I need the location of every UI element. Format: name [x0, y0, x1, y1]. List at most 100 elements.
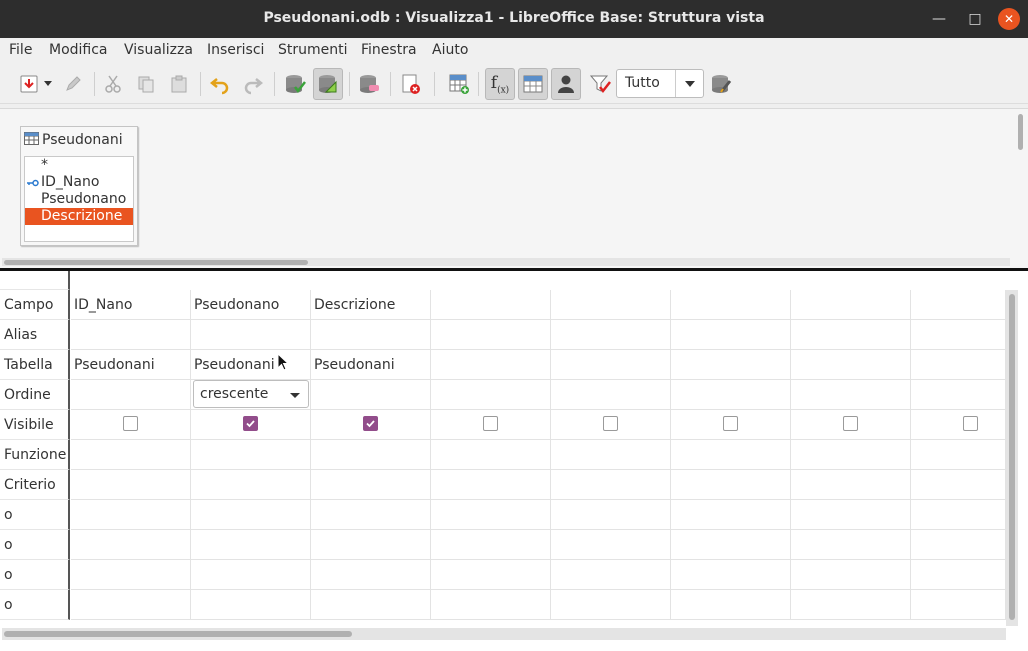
visible-checkbox[interactable] [123, 416, 138, 431]
cut-icon[interactable] [98, 68, 128, 100]
menu-modifica[interactable]: Modifica [49, 42, 108, 58]
grid-cell[interactable] [311, 470, 431, 500]
grid-cell[interactable] [551, 590, 671, 620]
grid-cell[interactable] [911, 380, 1006, 410]
grid-cell[interactable] [911, 560, 1006, 590]
grid-cell[interactable] [191, 530, 311, 560]
grid-vertical-scrollbar[interactable] [1006, 290, 1018, 626]
grid-cell[interactable] [671, 500, 791, 530]
grid-cell[interactable] [551, 500, 671, 530]
grid-cell[interactable] [551, 560, 671, 590]
scrollbar-thumb[interactable] [1009, 294, 1015, 620]
chevron-down-icon[interactable] [675, 70, 703, 97]
grid-cell[interactable] [671, 470, 791, 500]
grid-cell[interactable] [431, 500, 551, 530]
save-dropdown-icon[interactable] [40, 68, 56, 100]
grid-cell[interactable] [71, 470, 191, 500]
grid-cell[interactable] [551, 290, 671, 320]
grid-cell[interactable] [71, 590, 191, 620]
grid-cell[interactable] [791, 500, 911, 530]
minimize-button[interactable]: — [928, 8, 950, 30]
scrollbar-thumb[interactable] [4, 260, 308, 265]
clear-query-icon[interactable] [354, 68, 384, 100]
grid-cell[interactable] [191, 500, 311, 530]
menu-file[interactable]: File [9, 42, 32, 58]
visible-checkbox[interactable] [723, 416, 738, 431]
chevron-down-icon[interactable] [290, 393, 300, 398]
grid-cell[interactable] [791, 530, 911, 560]
limit-select[interactable]: Tutto [616, 69, 704, 98]
close-button[interactable]: ✕ [998, 8, 1020, 30]
field-item-pseudonano[interactable]: Pseudonano [25, 191, 133, 208]
grid-cell[interactable]: Pseudonano [191, 290, 311, 320]
grid-cell[interactable] [71, 500, 191, 530]
maximize-button[interactable]: □ [964, 8, 986, 30]
grid-cell[interactable] [671, 530, 791, 560]
visible-checkbox[interactable] [843, 416, 858, 431]
grid-cell[interactable] [71, 560, 191, 590]
grid-cell[interactable] [671, 320, 791, 350]
grid-cell[interactable] [911, 440, 1006, 470]
table-pane-vertical-scrollbar[interactable] [1016, 112, 1024, 262]
grid-cell[interactable] [311, 560, 431, 590]
visible-checkbox[interactable] [963, 416, 978, 431]
grid-cell[interactable] [71, 320, 191, 350]
grid-cell[interactable] [431, 470, 551, 500]
menu-strumenti[interactable]: Strumenti [278, 42, 348, 58]
grid-horizontal-scrollbar[interactable] [2, 628, 1006, 640]
grid-cell[interactable]: Pseudonani [311, 350, 431, 380]
grid-cell[interactable] [551, 440, 671, 470]
grid-cell[interactable] [71, 380, 191, 410]
grid-cell[interactable] [791, 380, 911, 410]
grid-cell[interactable] [71, 530, 191, 560]
visible-checkbox[interactable] [483, 416, 498, 431]
grid-cell[interactable] [191, 320, 311, 350]
grid-cell[interactable] [431, 530, 551, 560]
grid-cell[interactable] [911, 410, 1006, 440]
field-item-descrizione[interactable]: Descrizione [25, 208, 133, 225]
grid-cell[interactable] [311, 320, 431, 350]
grid-cell[interactable] [311, 500, 431, 530]
table-window-title[interactable]: Pseudonani [24, 132, 123, 148]
grid-cell[interactable] [431, 350, 551, 380]
visible-checkbox[interactable] [243, 416, 258, 431]
grid-cell[interactable] [311, 530, 431, 560]
grid-cell[interactable] [551, 320, 671, 350]
grid-cell[interactable] [671, 560, 791, 590]
grid-cell[interactable] [671, 590, 791, 620]
grid-cell[interactable] [911, 320, 1006, 350]
design-view-icon[interactable] [313, 68, 343, 100]
grid-cell[interactable]: ID_Nano [71, 290, 191, 320]
grid-cell[interactable] [311, 440, 431, 470]
grid-cell[interactable] [431, 440, 551, 470]
grid-cell[interactable] [671, 290, 791, 320]
copy-icon[interactable] [131, 68, 161, 100]
grid-cell[interactable] [671, 440, 791, 470]
add-table-icon[interactable] [444, 68, 474, 100]
table-pane-horizontal-scrollbar[interactable] [2, 258, 1010, 266]
grid-cell[interactable] [311, 590, 431, 620]
grid-cell[interactable] [911, 500, 1006, 530]
edit-icon[interactable] [58, 68, 88, 100]
grid-cell[interactable] [911, 590, 1006, 620]
visible-checkbox[interactable] [603, 416, 618, 431]
grid-cell[interactable] [311, 380, 431, 410]
grid-cell[interactable] [911, 350, 1006, 380]
menu-finestra[interactable]: Finestra [361, 42, 417, 58]
scrollbar-thumb[interactable] [1018, 114, 1023, 150]
grid-cell[interactable] [791, 320, 911, 350]
grid-cell[interactable]: Descrizione [311, 290, 431, 320]
grid-cell[interactable] [791, 350, 911, 380]
grid-cell[interactable] [551, 530, 671, 560]
delete-icon[interactable] [396, 68, 426, 100]
grid-cell[interactable] [911, 530, 1006, 560]
grid-cell[interactable] [431, 380, 551, 410]
distinct-icon[interactable] [585, 68, 615, 100]
scrollbar-thumb[interactable] [4, 631, 352, 637]
grid-cell[interactable] [191, 440, 311, 470]
sql-icon[interactable] [706, 68, 736, 100]
grid-cell[interactable] [191, 560, 311, 590]
grid-cell[interactable] [431, 290, 551, 320]
grid-cell[interactable] [791, 440, 911, 470]
table-names-icon[interactable] [518, 68, 548, 100]
